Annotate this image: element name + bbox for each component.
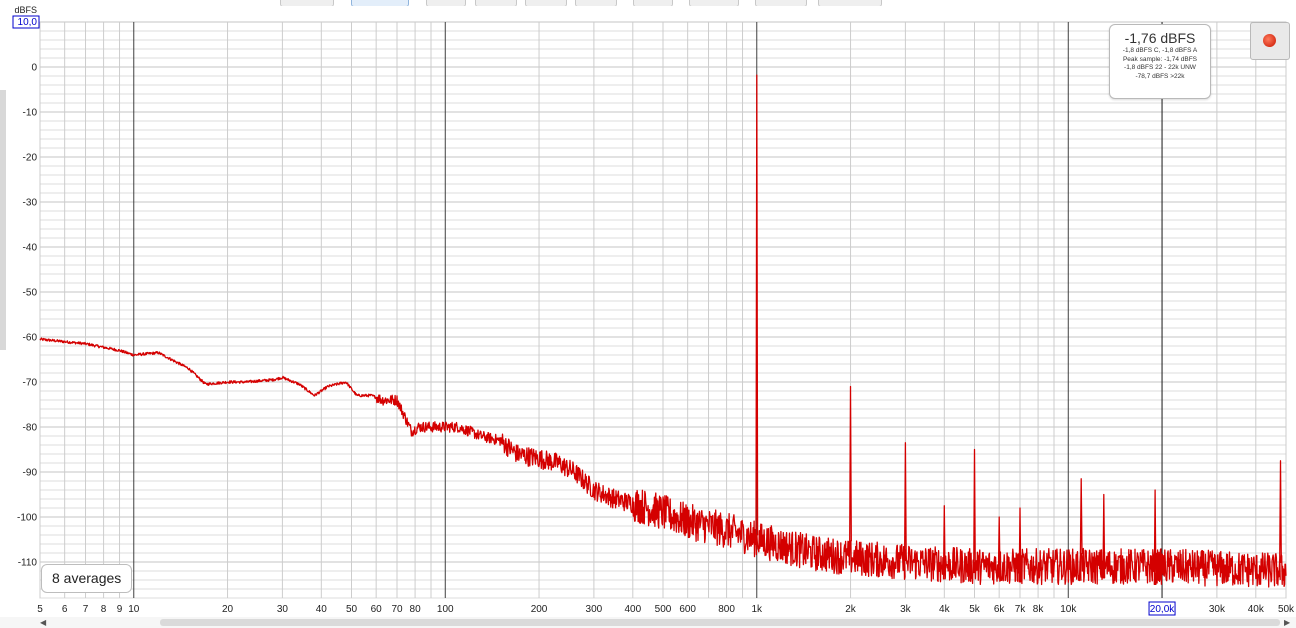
y-tick-label: -60 — [23, 333, 38, 344]
x-tick-label: 3k — [900, 604, 912, 615]
x-tick-label: 100 — [437, 604, 454, 615]
x-tick-label: 50k — [1278, 604, 1295, 615]
summary-line-4: -78,7 dBFS >22k — [1135, 72, 1185, 80]
level-summary-box: -1,76 dBFS -1,8 dBFS C, -1,8 dBFS A Peak… — [1109, 24, 1211, 99]
summary-line-1: -1,8 dBFS C, -1,8 dBFS A — [1122, 47, 1198, 54]
x-tick-label: 70 — [391, 604, 403, 615]
x-tick-label: 30k — [1209, 604, 1226, 615]
x-tick-label: 40 — [316, 604, 328, 615]
record-button[interactable] — [1250, 22, 1290, 60]
x-tick-label: 400 — [624, 604, 641, 615]
y-axis-unit: dBFS — [14, 5, 37, 15]
x-tick-label: 10 — [128, 604, 140, 615]
spectrum-chart[interactable]: 0 -10 -20 -30 -40 -50 -60 -70 -80 -90 -100 -110 10,0… — [0, 0, 1296, 628]
x-tick-label: 1k — [751, 604, 763, 615]
rms-level: -1,76 dBFS — [1124, 30, 1196, 46]
summary-line-3: -1,8 dBFS 22 - 22k UNW — [1124, 64, 1196, 71]
y-top-label: 10,0 — [18, 17, 38, 28]
x-tick-label: 20 — [222, 604, 234, 615]
x-tick-label: 500 — [655, 604, 672, 615]
y-tick-label: -50 — [23, 288, 38, 299]
y-tick-label: -90 — [23, 468, 38, 479]
scrollbar-thumb[interactable] — [160, 619, 1280, 626]
y-tick-label: -70 — [23, 378, 38, 389]
x-tick-label: 2k — [845, 604, 857, 615]
x-tick-label: 4k — [939, 604, 951, 615]
y-tick-label: -110 — [18, 558, 38, 569]
x-tick-label: 30 — [277, 604, 289, 615]
y-tick-label: -100 — [17, 513, 37, 524]
x-tick-label: 50 — [346, 604, 358, 615]
x-tick-label: 600 — [679, 604, 696, 615]
x-tick-label: 6k — [994, 604, 1006, 615]
y-tick-label: -30 — [23, 198, 38, 209]
record-dot-icon — [1263, 34, 1276, 47]
x-tick-label: 10k — [1060, 604, 1077, 615]
x-tick-label: 5k — [969, 604, 981, 615]
x-tick-label: 6 — [62, 604, 68, 615]
y-tick-label: -20 — [23, 153, 38, 164]
x-tick-label: 8 — [101, 604, 107, 615]
y-tick-label: 0 — [31, 63, 37, 74]
x-tick-label: 40k — [1248, 604, 1265, 615]
x-tick-label: 8k — [1033, 604, 1045, 615]
x-tick-label: 80 — [410, 604, 422, 615]
horizontal-scrollbar[interactable]: ◀ ▶ — [0, 617, 1296, 628]
y-tick-label: -10 — [23, 108, 38, 119]
x-tick-label: 9 — [117, 604, 123, 615]
summary-line-2: Peak sample: -1,74 dBFS — [1122, 55, 1198, 63]
x-tick-label: 300 — [586, 604, 603, 615]
averages-label: 8 averages — [41, 564, 133, 593]
y-tick-label: -40 — [23, 243, 38, 254]
scroll-left-icon[interactable]: ◀ — [40, 618, 46, 627]
y-tick-label: -80 — [23, 423, 38, 434]
x-tick-label: 60 — [371, 604, 383, 615]
x-tick-label: 7 — [83, 604, 89, 615]
x-cursor-label: 20,0k — [1150, 604, 1175, 615]
scroll-right-icon[interactable]: ▶ — [1284, 618, 1290, 627]
x-tick-label: 5 — [37, 604, 43, 615]
x-tick-label: 800 — [718, 604, 735, 615]
x-tick-label: 200 — [531, 604, 548, 615]
x-tick-label: 7k — [1015, 604, 1027, 615]
